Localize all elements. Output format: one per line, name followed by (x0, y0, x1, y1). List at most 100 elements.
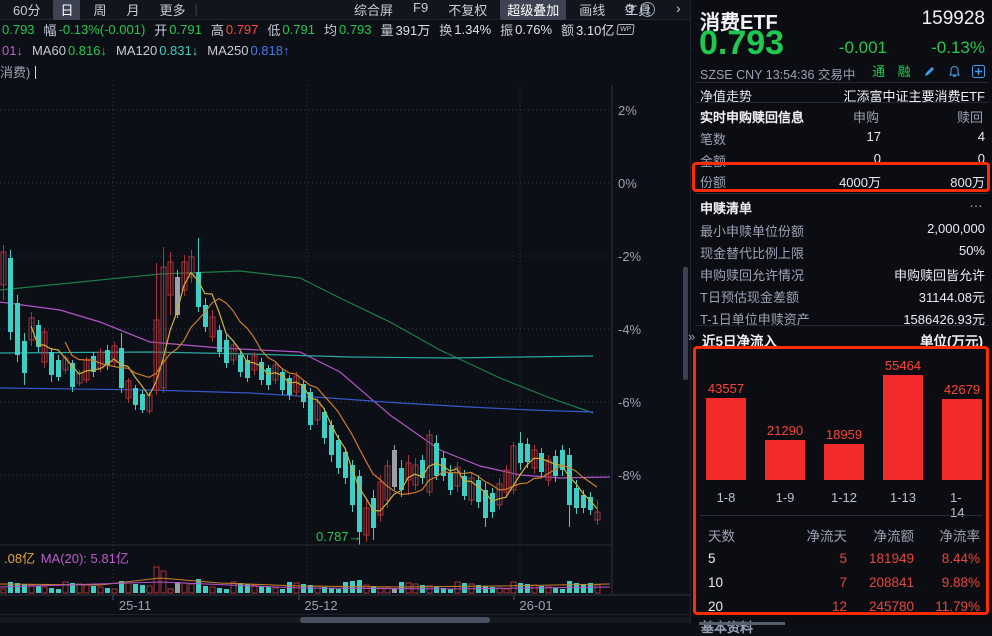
segment: 均 (324, 20, 337, 39)
redeem-list-title: 申赎清单 (700, 198, 752, 217)
flow-table-cell: 8.44% (942, 551, 980, 566)
inflow-bar-value: 43557 (708, 381, 744, 396)
inflow-bar-date: 1-8 (717, 490, 736, 505)
edit-icon[interactable] (923, 65, 936, 82)
segment: 0.831↓ (159, 43, 198, 58)
inflow-bar (883, 375, 923, 480)
inflow-bar-value: 21290 (767, 423, 803, 438)
tool-tab-1[interactable]: F9 (406, 0, 435, 20)
tool-tab-4[interactable]: 画线 (572, 0, 612, 20)
horizontal-scrollbar-thumb[interactable] (300, 617, 490, 623)
overlay-index-label: 消费) (0, 62, 36, 81)
price-change-pct: -0.13% (931, 38, 985, 58)
row-value: 17 (867, 129, 881, 144)
add-icon[interactable] (972, 65, 985, 82)
row-value: 申购赎回皆允许 (894, 265, 985, 284)
gear-icon[interactable]: ⚙ (624, 1, 636, 17)
divider (695, 102, 989, 103)
segment: 3.10亿 (576, 20, 614, 39)
kline-chart[interactable]: 2%0%-2%-4%-6%-8%25-1125-1226-010.787→ (0, 85, 692, 624)
svg-text:-4%: -4% (618, 322, 642, 337)
inflow-bar (942, 399, 982, 480)
segment: 量 (381, 20, 394, 39)
svg-text:2%: 2% (618, 103, 637, 118)
segment: 0.818↑ (250, 43, 289, 58)
flow-table-header: 天数 (708, 525, 735, 545)
app-window: { "toolbar": { "period_tabs": ["60分","日"… (0, 0, 992, 624)
segment: 高 (211, 20, 224, 39)
wp-overlay-icon[interactable]: WP (617, 24, 635, 35)
divider (695, 325, 989, 326)
segment: 01↓ (2, 43, 23, 58)
kline-svg: 2%0%-2%-4%-6%-8%25-1125-1226-010.787→ (0, 85, 692, 624)
net-inflow-highlight-box: 435571-8212901-9189591-12554641-13426791… (693, 346, 989, 615)
more-ellipsis-icon[interactable]: … (969, 194, 983, 210)
segment: 振 (500, 20, 513, 39)
tab-basic-info[interactable]: 基本资料 (701, 617, 753, 636)
segment: 0.791 (169, 22, 202, 37)
last-price: 0.793 (699, 24, 784, 63)
svg-text:-8%: -8% (618, 468, 642, 483)
segment: 1.34% (454, 22, 491, 37)
inflow-bar (765, 440, 805, 480)
net-inflow-bar-chart: 435571-8212901-9189591-12554641-13426791… (696, 349, 986, 612)
period-tab-4[interactable]: 更多 (153, 0, 193, 20)
stock-info-panel: 消费ETF 159928 0.793 -0.001 -0.13% SZSE CN… (690, 0, 992, 624)
row-label: 笔数 (700, 129, 726, 148)
flow-table-cell: 10 (708, 575, 723, 590)
segment: -0.13%(-0.001) (59, 22, 146, 37)
flow-table-header: 净流率 (940, 525, 981, 545)
flow-table-cell: 7 (839, 575, 847, 590)
tool-tab-3[interactable]: 超级叠加 (500, 0, 566, 20)
help-icon[interactable]: ? (640, 2, 655, 17)
flow-table-cell: 12 (832, 599, 847, 614)
tool-tab-0[interactable]: 综合屏 (347, 0, 400, 20)
row-value: 31144.08元 (919, 287, 985, 306)
period-tabs: 60分日周月更多 (6, 0, 193, 20)
inflow-bar (706, 398, 746, 480)
flow-table-cell: 245780 (869, 599, 914, 614)
flow-table-cell: 208841 (869, 575, 914, 590)
period-tab-3[interactable]: 月 (120, 0, 147, 20)
tool-tab-2[interactable]: 不复权 (441, 0, 494, 20)
share-row-highlight-box (692, 162, 990, 192)
tool-tabs: 综合屏F9不复权超级叠加画线工具 (347, 0, 658, 20)
text-cursor (35, 66, 36, 79)
period-tab-1[interactable]: 日 (53, 0, 80, 20)
collapse-chevron-icon[interactable]: » (688, 329, 695, 344)
segment: 0.797 (226, 22, 259, 37)
svg-text:0%: 0% (618, 176, 637, 191)
segment: 开 (154, 20, 167, 39)
flow-table-header: 净流额 (874, 525, 915, 545)
flow-table-header: 净流天 (807, 525, 848, 545)
realtime-section-title: 实时申购赎回信息 (700, 107, 804, 126)
flow-table-cell: 11.79% (935, 599, 980, 614)
expand-toolbar-icon[interactable]: › (676, 0, 681, 16)
volume-indicator-label: .08亿 MA(20): 5.81亿 (2, 548, 129, 567)
row-label: 现金替代比例上限 (700, 243, 804, 262)
flow-table-cell: 9.88% (942, 575, 980, 590)
period-tab-0[interactable]: 60分 (6, 0, 47, 20)
svg-text:25-11: 25-11 (119, 598, 151, 613)
inflow-bar-date: 1-13 (890, 490, 916, 505)
row-value: 2,000,000 (927, 221, 985, 236)
flow-table-cell: 5 (708, 551, 716, 566)
segment: 0.76% (515, 22, 552, 37)
segment: MA60 (32, 43, 66, 58)
svg-text:-2%: -2% (618, 249, 642, 264)
inflow-bar (824, 444, 864, 480)
divider (695, 193, 989, 194)
period-tab-2[interactable]: 周 (86, 0, 113, 20)
divider (695, 82, 989, 83)
vertical-scrollbar[interactable] (683, 267, 688, 380)
svg-text:25-12: 25-12 (304, 598, 337, 613)
inflow-bar-date: 1-9 (776, 490, 795, 505)
row-value: 4 (978, 129, 985, 144)
toolbar-separator: | (195, 2, 198, 17)
row-label: 申购赎回允许情况 (700, 265, 804, 284)
segment: 0.791 (282, 22, 315, 37)
segment: 换 (439, 20, 452, 39)
alert-bell-icon[interactable] (948, 65, 961, 82)
inflow-bar-date: 1-12 (831, 490, 857, 505)
segment: MA(20): 5.81亿 (37, 551, 129, 566)
